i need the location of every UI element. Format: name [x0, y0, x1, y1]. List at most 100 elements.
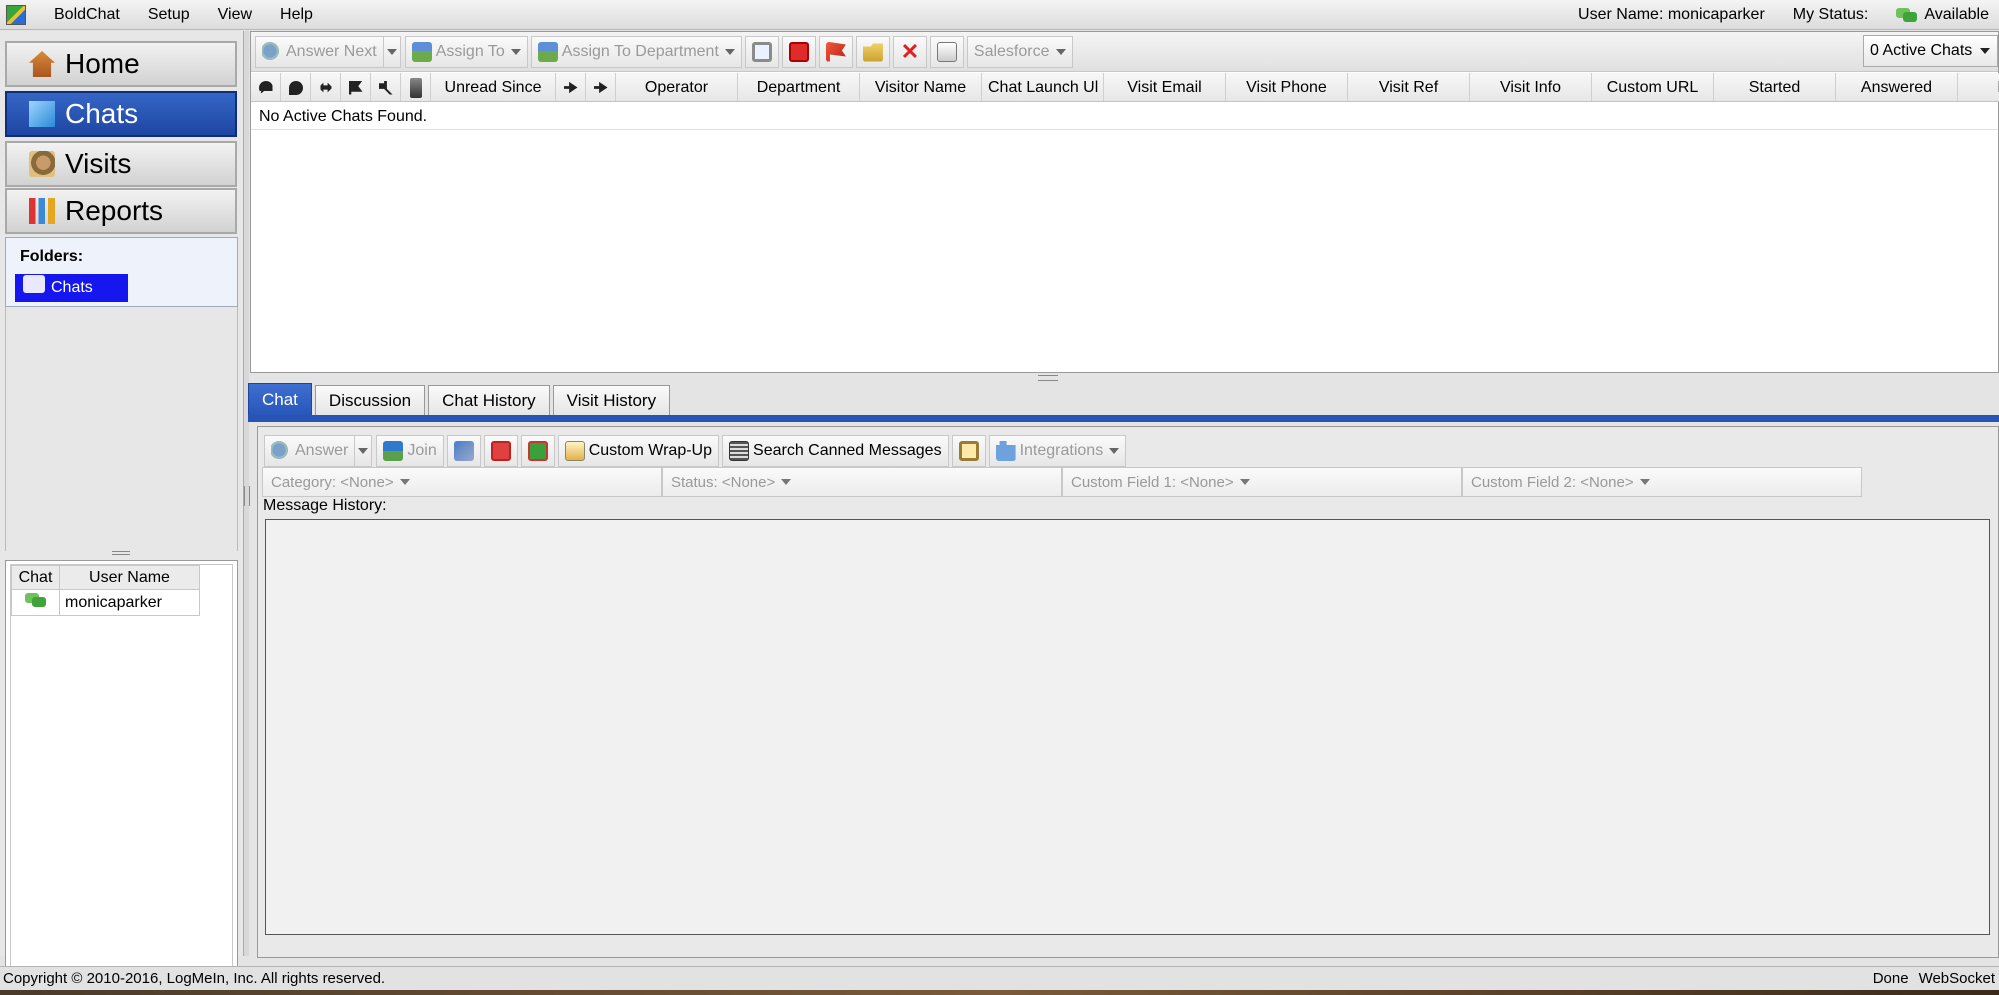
close-chat-button[interactable] [483, 435, 518, 467]
transfer-icon [453, 441, 474, 461]
folder-chats-label: Chats [51, 279, 93, 296]
my-status-label: My Status: [1792, 5, 1869, 23]
chat-folder-icon [23, 275, 45, 293]
chevron-down-icon [781, 479, 792, 485]
chat-detail-panel: Answer Join Custom Wrap-Up Search Canned… [257, 426, 1999, 958]
col-visit-ref[interactable]: Visit Ref [1348, 73, 1470, 101]
col-user-name[interactable]: User Name [59, 565, 200, 590]
operator-chat-cell [11, 589, 60, 616]
stop-chat-button[interactable] [781, 35, 816, 68]
tab-visit-history[interactable]: Visit History [552, 385, 671, 416]
menu-view[interactable]: View [204, 6, 266, 24]
integrations-label: Integrations [1019, 442, 1104, 459]
menu-setup[interactable]: Setup [134, 6, 204, 24]
col-chat-launch-url[interactable]: Chat Launch Ul [982, 73, 1104, 101]
left-splitter-handle[interactable] [112, 551, 130, 555]
col-chat[interactable]: Chat [11, 565, 60, 590]
answer-dropdown[interactable] [354, 435, 373, 467]
col-visitor-name[interactable]: Visitor Name [860, 73, 982, 101]
category-select[interactable]: Category: <None> [262, 467, 662, 497]
phone-icon [409, 77, 422, 98]
custom-wrap-up-button[interactable]: Custom Wrap-Up [557, 435, 720, 467]
tab-chat[interactable]: Chat [248, 383, 312, 416]
salesforce-button[interactable]: Salesforce [966, 35, 1073, 68]
col-phone-icon[interactable] [401, 73, 431, 101]
speech-bubble-icon [262, 41, 282, 62]
col-tool-icon[interactable] [371, 73, 401, 101]
tab-strip-underline [248, 415, 1999, 422]
custom-field-2-select[interactable]: Custom Field 2: <None> [1462, 467, 1862, 497]
custom-wrap-up-label: Custom Wrap-Up [588, 442, 713, 459]
col-transfer-icon[interactable] [311, 73, 341, 101]
transfer-button[interactable] [446, 435, 481, 467]
close-icon: ✕ [900, 38, 920, 64]
reports-icon [29, 198, 55, 224]
nav-reports-button[interactable]: Reports [5, 188, 237, 234]
horizontal-splitter[interactable] [250, 373, 1999, 381]
col-custom-url[interactable]: Custom URL [1592, 73, 1714, 101]
col-visit-phone[interactable]: Visit Phone [1226, 73, 1348, 101]
custom-field-1-select[interactable]: Custom Field 1: <None> [1062, 467, 1462, 497]
folders-panel: Folders: Chats [5, 237, 238, 307]
active-chats-dropdown[interactable]: 0 Active Chats [1863, 35, 1998, 67]
col-pin-icon[interactable] [281, 73, 311, 101]
answer-next-dropdown[interactable] [382, 35, 401, 68]
status-select[interactable]: Status: <None> [662, 467, 1062, 497]
menu-boldchat[interactable]: BoldChat [40, 6, 134, 24]
search-canned-messages-label: Search Canned Messages [753, 442, 942, 459]
join-button[interactable]: Join [376, 435, 444, 467]
active-chats-grid-header: Unread Since Operator Department Visitor… [251, 73, 1999, 102]
assign-person-icon [411, 41, 432, 62]
boldchat-logo-icon [6, 4, 26, 25]
chevron-down-icon [1239, 479, 1250, 485]
search-canned-messages-button[interactable]: Search Canned Messages [722, 435, 949, 467]
col-flag-icon[interactable] [341, 73, 371, 101]
chevron-down-icon [358, 448, 369, 454]
view-chat-button[interactable] [744, 35, 779, 68]
col-swap-in-icon[interactable] [556, 73, 586, 101]
message-history-box[interactable] [265, 519, 1990, 935]
assign-to-department-button[interactable]: Assign To Department [530, 35, 742, 68]
menu-help[interactable]: Help [266, 6, 327, 24]
answer-button[interactable]: Answer [264, 435, 356, 467]
move-to-folder-button[interactable] [855, 35, 890, 68]
magnifier-icon [751, 41, 772, 62]
table-row[interactable]: monicaparker [11, 589, 200, 616]
flag-icon [348, 80, 363, 95]
status-selector[interactable]: Available [1896, 6, 1989, 24]
vertical-splitter[interactable] [243, 31, 250, 956]
integrations-button[interactable]: Integrations [988, 435, 1127, 467]
swap-icon [593, 81, 608, 94]
col-swap-out-icon[interactable] [586, 73, 616, 101]
tab-discussion[interactable]: Discussion [314, 385, 426, 416]
col-operator[interactable]: Operator [616, 73, 738, 101]
col-ended[interactable]: En [1958, 73, 1999, 101]
nav-chats-button[interactable]: Chats [5, 91, 237, 137]
nav-visits-button[interactable]: Visits [5, 141, 237, 187]
chevron-down-icon [1055, 48, 1066, 55]
chevron-down-icon [399, 479, 410, 485]
delete-chat-button[interactable]: ✕ [892, 35, 927, 68]
operators-panel: Chat User Name monicaparker [5, 560, 238, 978]
col-answered[interactable]: Answered [1836, 73, 1958, 101]
nav-home-button[interactable]: Home [5, 41, 237, 87]
answer-next-label: Answer Next [286, 42, 377, 60]
col-department[interactable]: Department [738, 73, 860, 101]
tab-chat-history[interactable]: Chat History [428, 385, 550, 416]
col-visit-info[interactable]: Visit Info [1470, 73, 1592, 101]
active-chats-count: 0 Active Chats [1870, 42, 1973, 59]
search-chat-button[interactable] [951, 435, 986, 467]
operators-list-frame [10, 564, 233, 974]
flag-chat-button[interactable] [818, 35, 853, 68]
answer-next-button[interactable]: Answer Next [255, 35, 384, 68]
col-unread-since[interactable]: Unread Since [431, 73, 556, 101]
salesforce-label: Salesforce [973, 42, 1050, 60]
col-message-icon[interactable] [251, 73, 281, 101]
visitor-card-button[interactable] [929, 35, 964, 68]
folder-chats[interactable]: Chats [15, 274, 128, 302]
status-done: Done [1872, 970, 1909, 987]
assign-to-button[interactable]: Assign To [404, 35, 528, 68]
col-started[interactable]: Started [1714, 73, 1836, 101]
col-visit-email[interactable]: Visit Email [1104, 73, 1226, 101]
end-chat-button[interactable] [520, 435, 555, 467]
